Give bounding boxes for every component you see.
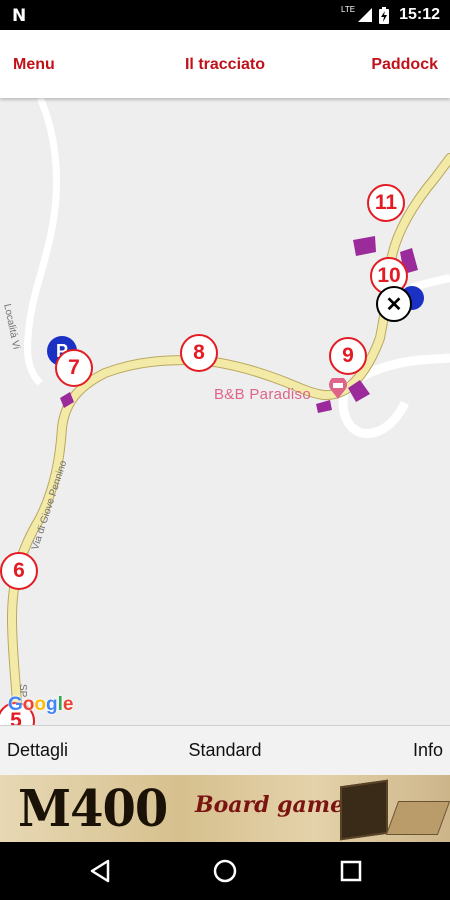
- battery-icon: [379, 6, 390, 24]
- game-board-image: [385, 801, 450, 835]
- paddock-button[interactable]: Paddock: [371, 56, 438, 74]
- network-type-label: LTE: [341, 5, 356, 14]
- track-marker-8[interactable]: 8: [180, 334, 218, 372]
- menu-button[interactable]: Menu: [13, 56, 55, 74]
- back-icon[interactable]: [86, 857, 114, 885]
- notification-n-icon: N: [12, 6, 27, 26]
- banner-subtitle: Board game: [195, 792, 345, 818]
- recents-icon[interactable]: [337, 857, 365, 885]
- game-box-image: [340, 779, 388, 841]
- status-bar: N LTE 15:12: [0, 0, 450, 30]
- bb-paradiso-label: B&B Paradiso: [214, 386, 311, 403]
- tab-info[interactable]: Info: [413, 740, 443, 761]
- home-icon[interactable]: [211, 857, 239, 885]
- top-navigation-bar: Menu Il tracciato Paddock: [0, 30, 450, 98]
- ad-banner[interactable]: M400 Board game: [0, 775, 450, 842]
- track-marker-9[interactable]: 9: [329, 337, 367, 375]
- track-marker-11[interactable]: 11: [367, 184, 405, 222]
- status-icons: LTE 15:12: [341, 6, 440, 24]
- tab-standard[interactable]: Standard: [188, 740, 261, 760]
- signal-icon: [358, 8, 373, 22]
- system-navigation-bar: [0, 842, 450, 900]
- banner-title: M400: [18, 779, 168, 839]
- google-logo: Google: [8, 694, 74, 715]
- restaurant-fork-knife-icon[interactable]: ✕: [376, 286, 412, 322]
- map-view[interactable]: Località Vi Via di Giove Pennino SP P 7 …: [0, 98, 450, 725]
- track-marker-7[interactable]: 7: [55, 349, 93, 387]
- hotel-pin-icon[interactable]: [327, 378, 349, 400]
- tab-dettagli[interactable]: Dettagli: [7, 740, 68, 761]
- track-tab-button[interactable]: Il tracciato: [185, 56, 265, 73]
- track-marker-6[interactable]: 6: [0, 552, 38, 590]
- clock-time: 15:12: [399, 6, 440, 23]
- bottom-tab-bar: Dettagli Standard Info: [0, 725, 450, 775]
